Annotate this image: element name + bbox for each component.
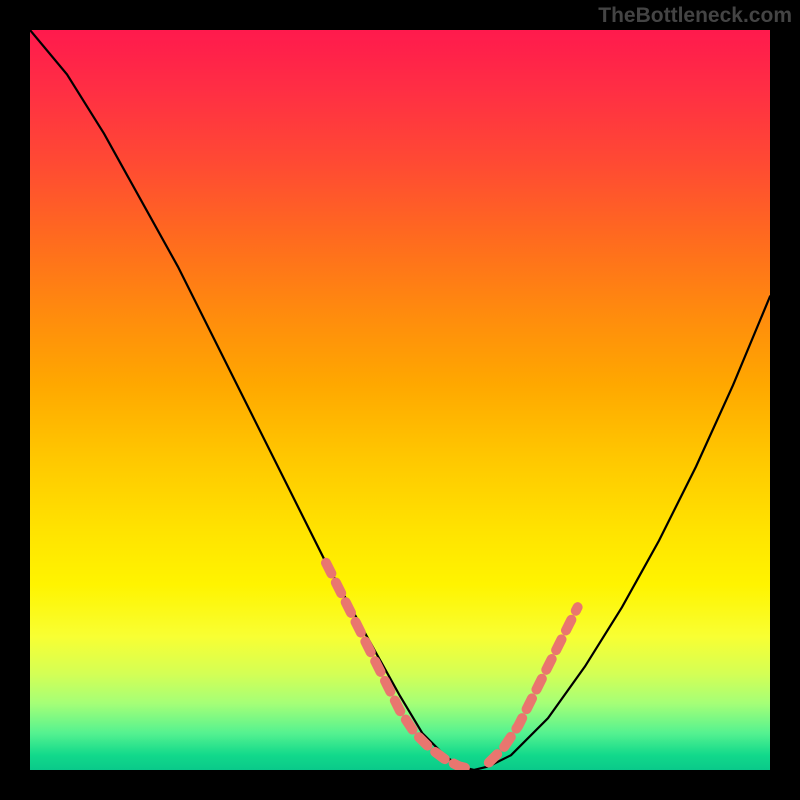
highlight-lower-right [489,607,578,762]
chart-frame: TheBottleneck.com [0,0,800,800]
curve-svg [30,30,770,770]
bottleneck-curve [30,30,770,770]
plot-area [30,30,770,770]
attribution-watermark: TheBottleneck.com [598,4,792,28]
highlight-lower-left [326,563,474,770]
